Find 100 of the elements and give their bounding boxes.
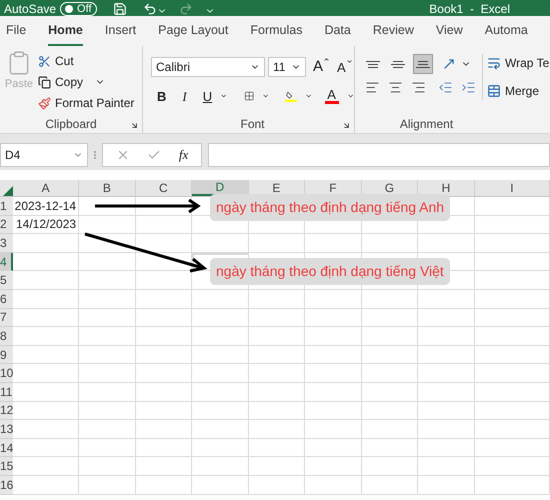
merge-button[interactable]: Merge	[487, 82, 550, 100]
ribbon-tab[interactable]: Page Layout	[158, 21, 228, 46]
font-name-field[interactable]: Calibri	[151, 57, 265, 78]
grid-cell	[418, 476, 475, 494]
ribbon-tab[interactable]: Review	[372, 21, 414, 46]
format-painter-button[interactable]: Format Painter	[38, 94, 134, 112]
grid-cell	[136, 457, 192, 476]
decrease-indent-icon[interactable]	[438, 80, 453, 95]
undo-icon[interactable]	[142, 2, 157, 16]
grid-cell	[248, 364, 306, 383]
grid-cell	[79, 382, 136, 402]
ribbon-tab[interactable]: Insert	[104, 21, 136, 46]
grid-cell	[248, 402, 306, 420]
row-header[interactable]: 9	[0, 346, 14, 364]
cut-button[interactable]: Cut	[38, 52, 134, 70]
increase-indent-icon[interactable]	[461, 80, 476, 95]
dialog-launcher-icon[interactable]	[130, 121, 139, 130]
paintbrush-icon	[38, 96, 51, 110]
grid-cell	[79, 346, 136, 364]
grid-cell	[248, 327, 306, 346]
align-left-icon[interactable]	[365, 80, 380, 95]
save-icon[interactable]	[112, 2, 127, 16]
copy-button[interactable]: Copy	[38, 73, 134, 91]
row-header[interactable]: 3	[0, 234, 14, 253]
row-header[interactable]: 12	[0, 402, 14, 420]
align-center-icon[interactable]	[388, 80, 403, 95]
font-size-field[interactable]: 11	[268, 57, 306, 78]
annotation-label: ngày tháng theo định dạng tiếng Việt	[210, 258, 450, 285]
grid-cell	[362, 420, 418, 439]
grid-cell	[248, 290, 306, 309]
align-bottom-icon	[416, 60, 430, 68]
grid-cell	[418, 420, 475, 439]
vertical-align-button[interactable]	[413, 54, 433, 74]
grid-cell	[13, 476, 80, 494]
grid-cell	[192, 327, 249, 346]
grid-cell	[418, 234, 475, 253]
row-header[interactable]: 6	[0, 290, 14, 309]
column-header[interactable]: A	[13, 180, 80, 196]
row-header[interactable]: 4	[0, 252, 14, 272]
grid-cell	[192, 420, 249, 439]
bold-button[interactable]: B	[157, 86, 166, 106]
row-header[interactable]: 5	[0, 271, 14, 290]
italic-button[interactable]: I	[182, 86, 187, 106]
row-header[interactable]: 15	[0, 457, 14, 476]
table-cell: 2023-12-14	[13, 197, 80, 216]
shrink-font-button[interactable]: A	[337, 58, 353, 77]
grid-cell	[79, 402, 136, 420]
name-box[interactable]: D4	[0, 143, 88, 167]
insert-function-button[interactable]: fx	[178, 145, 188, 165]
ribbon-tab[interactable]: Data	[324, 21, 351, 46]
grid-cell	[13, 290, 80, 309]
formula-input[interactable]	[208, 143, 550, 167]
row-header[interactable]: 10	[0, 364, 14, 383]
ribbon-tab[interactable]: File	[6, 21, 26, 46]
grid-cell	[418, 402, 475, 420]
caret-icon	[346, 58, 353, 64]
grid-cell	[248, 346, 306, 364]
align-middle-icon	[391, 60, 405, 68]
align-right-icon[interactable]	[411, 80, 426, 95]
row-header[interactable]: 13	[0, 420, 14, 439]
grid-cell	[248, 438, 306, 458]
grid-cell	[305, 290, 362, 309]
grid-cell	[305, 402, 362, 420]
scissors-icon	[38, 54, 51, 68]
group-label: Clipboard	[45, 116, 97, 133]
grid-cell	[136, 216, 192, 234]
column-header[interactable]: I	[474, 180, 550, 196]
table-cell: 14/12/2023	[13, 216, 80, 234]
dialog-launcher-icon[interactable]	[342, 121, 351, 130]
grid-cell	[362, 346, 418, 364]
grid-cell	[13, 271, 80, 290]
row-header[interactable]: 14	[0, 438, 14, 458]
wrap-text-button[interactable]: Wrap Te	[487, 54, 550, 72]
ribbon-tab[interactable]: View	[436, 21, 463, 46]
grid-cell	[248, 476, 306, 494]
window-title: Book1 - Excel	[429, 2, 510, 16]
orientation-icon[interactable]	[442, 57, 456, 71]
row-header[interactable]: 7	[0, 308, 14, 328]
column-header[interactable]: D	[192, 180, 249, 196]
grid-cell	[136, 234, 192, 253]
grid-cell	[79, 438, 136, 458]
grid-cell	[192, 290, 249, 309]
row-header[interactable]: 8	[0, 327, 14, 346]
grid-cell	[13, 252, 80, 272]
row-header[interactable]: 1	[0, 197, 14, 216]
row-header[interactable]: 16	[0, 476, 14, 494]
column-header[interactable]: B	[79, 180, 136, 196]
row-header[interactable]: 2	[0, 216, 14, 234]
grid-cell	[362, 438, 418, 458]
row-header[interactable]: 11	[0, 382, 14, 402]
grid-cell	[362, 476, 418, 494]
grid-cell	[79, 420, 136, 439]
grow-font-button[interactable]: A	[313, 56, 330, 78]
underline-button[interactable]: U	[202, 86, 212, 106]
grid-cell	[362, 290, 418, 309]
grid-cell	[136, 346, 192, 364]
font-color-button[interactable]: A	[324, 88, 339, 104]
ribbon-tab[interactable]: Formulas	[250, 21, 302, 46]
grid-cell	[13, 420, 80, 439]
ribbon-tab[interactable]: Automa	[484, 21, 528, 46]
